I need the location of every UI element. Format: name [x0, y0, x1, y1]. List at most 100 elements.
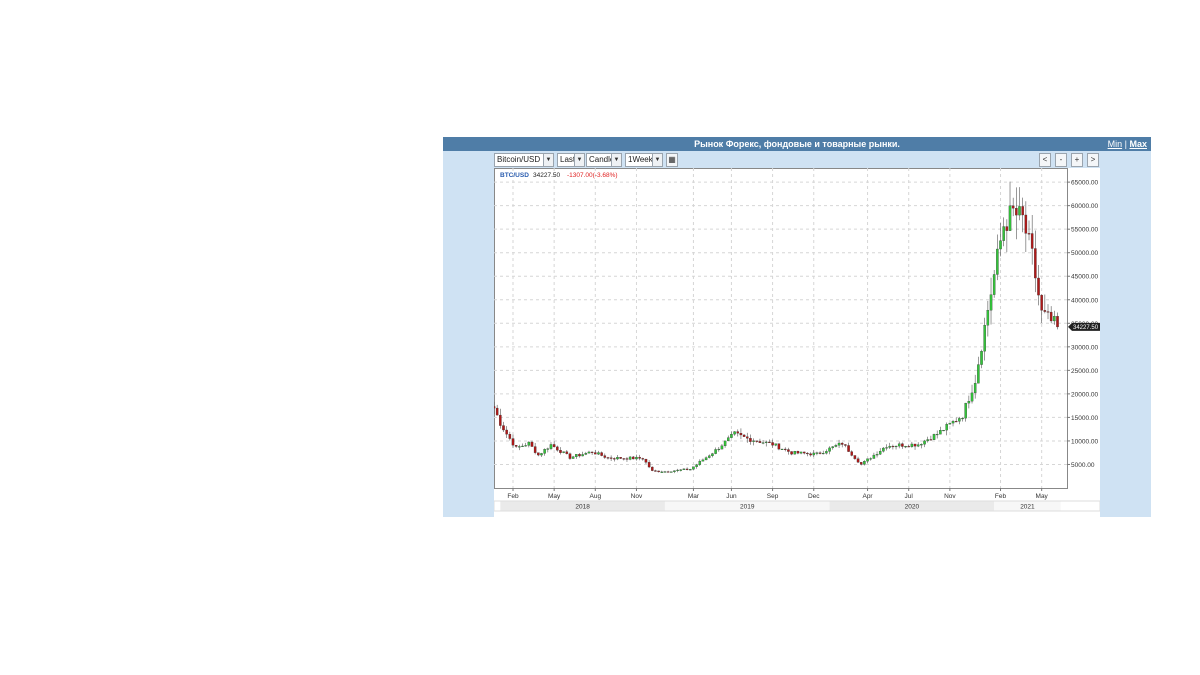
candle-body	[494, 406, 496, 409]
candle-body	[755, 440, 759, 442]
candle-body	[641, 458, 645, 460]
candle-body	[527, 441, 531, 446]
candle-body	[840, 442, 844, 445]
candle-body	[888, 445, 891, 448]
scroll-right-button[interactable]: >	[1087, 153, 1099, 167]
candle-body	[670, 471, 673, 473]
scroll-left-button[interactable]: <	[1039, 153, 1051, 167]
candle-body	[764, 441, 768, 443]
x-tick-label: Feb	[995, 493, 1007, 500]
candle-body	[711, 453, 714, 456]
x-tick-label: Nov	[944, 493, 956, 500]
candle-body	[1030, 233, 1034, 249]
price-type-select[interactable]: Last ▼	[557, 153, 585, 167]
candle-body	[714, 449, 717, 454]
candle-body	[945, 424, 948, 431]
candle-body	[549, 444, 553, 449]
candle-body	[594, 452, 597, 455]
candle-body	[727, 437, 730, 442]
candle-body	[961, 417, 964, 420]
candle-body	[780, 448, 784, 450]
candle-body	[837, 442, 841, 446]
candle-body	[505, 429, 508, 435]
candle-body	[606, 457, 610, 459]
quote-symbol: BTC/USD	[500, 172, 529, 179]
year-label: 2021	[1020, 504, 1035, 511]
candle-body	[495, 407, 499, 416]
candle-body	[856, 458, 860, 463]
x-axis: Feb May Aug Nov Mar Jun Sep Dec Apr Jul Nov Feb May	[507, 488, 1049, 500]
candle-body	[904, 446, 907, 448]
candle-body	[761, 442, 765, 444]
candle-body	[818, 452, 822, 454]
grid-icon: ▦	[668, 155, 676, 164]
candle-body	[676, 469, 679, 471]
y-tick-label: 30000.00	[1071, 344, 1098, 351]
y-tick-label: 55000.00	[1071, 227, 1098, 234]
candle-body	[891, 445, 895, 448]
candle-body	[932, 434, 936, 440]
last-price-badge: 34227.50	[1068, 322, 1100, 331]
interval-value: 1Week	[628, 155, 653, 164]
candle-body	[556, 446, 559, 451]
candle-body	[651, 466, 654, 471]
candle-body	[584, 453, 588, 455]
candle-body	[771, 442, 774, 446]
settings-button[interactable]: ▦	[666, 153, 678, 167]
chart-type-select[interactable]: Candle ▼	[586, 153, 622, 167]
candle-body	[1008, 205, 1012, 231]
candle-body	[834, 445, 838, 447]
triangle-down-icon: ▼	[543, 154, 553, 166]
candle-body	[875, 454, 879, 456]
candle-body	[575, 454, 578, 457]
candle-body	[660, 471, 664, 473]
candle-body	[1037, 277, 1040, 296]
title-bar: Рынок Форекс, фондовые и товарные рынки.…	[443, 137, 1151, 151]
candle-body	[521, 445, 524, 447]
min-link[interactable]: Min	[1108, 139, 1123, 149]
candle-body	[910, 443, 914, 447]
candle-body	[533, 446, 537, 453]
candle-body	[1049, 311, 1053, 322]
candle-body	[967, 401, 971, 404]
candle-body	[540, 453, 543, 456]
x-tick-label: Feb	[507, 493, 519, 500]
symbol-select[interactable]: Bitcoin/USD ▼	[494, 153, 554, 167]
x-tick-label: Apr	[862, 493, 873, 500]
candle-body	[863, 461, 866, 465]
y-tick-label: 5000.00	[1071, 462, 1095, 469]
candle-body	[885, 447, 888, 449]
candle-body	[774, 443, 778, 446]
candle-body	[698, 461, 702, 465]
candle-body	[559, 450, 562, 453]
candle-body	[964, 402, 967, 419]
candle-body	[831, 446, 834, 449]
candle-body	[844, 444, 847, 446]
interval-select[interactable]: 1Week ▼	[625, 153, 663, 167]
zoom-out-button[interactable]: -	[1055, 153, 1067, 167]
candle-body	[951, 421, 955, 424]
candle-body	[926, 439, 929, 442]
max-link[interactable]: Max	[1129, 139, 1147, 149]
candle-body	[654, 470, 657, 472]
candle-body	[790, 451, 793, 455]
x-tick-label: Dec	[808, 493, 820, 500]
candle-body	[1046, 311, 1050, 313]
price-chart[interactable]: 5000.00 10000.00 15000.00 20000.00 25000.00 3…	[494, 168, 1100, 517]
candle-body	[609, 457, 613, 459]
candle-body	[989, 294, 993, 311]
x-tick-label: Sep	[767, 493, 779, 500]
candle-body	[809, 453, 812, 456]
y-tick-label: 65000.00	[1071, 180, 1098, 187]
candle-body	[793, 451, 797, 455]
candle-body	[958, 418, 961, 422]
chart-area[interactable]: 5000.00 10000.00 15000.00 20000.00 25000.00 3…	[494, 168, 1100, 517]
candle-body	[730, 434, 733, 438]
candle-body	[999, 240, 1002, 250]
candle-body	[568, 453, 572, 459]
year-label: 2019	[740, 504, 755, 511]
zoom-in-button[interactable]: +	[1071, 153, 1083, 167]
y-tick-label: 60000.00	[1071, 203, 1098, 210]
candle-body	[600, 452, 603, 456]
candle-body	[635, 456, 638, 460]
